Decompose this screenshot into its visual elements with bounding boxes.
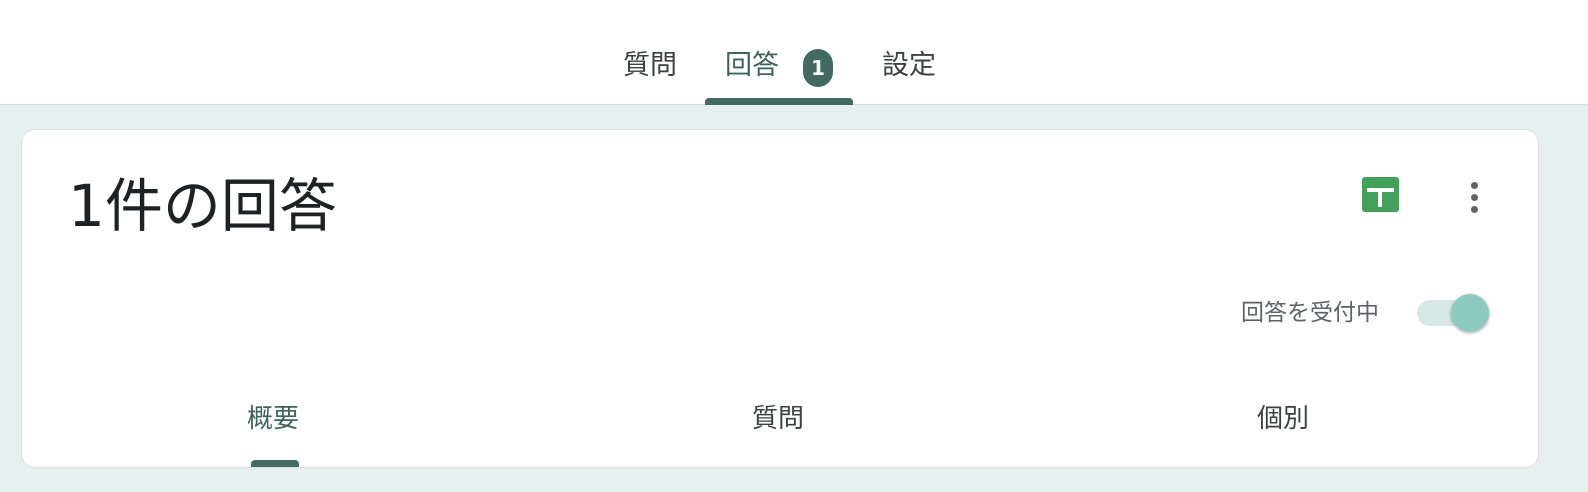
tab-question[interactable]: 質問 xyxy=(752,402,804,436)
tab-questions[interactable]: 質問 xyxy=(623,48,677,84)
accepting-responses-label: 回答を受付中 xyxy=(1241,300,1379,326)
active-subtab-indicator xyxy=(251,460,299,467)
tab-responses[interactable]: 回答 xyxy=(725,48,779,84)
tab-individual[interactable]: 個別 xyxy=(1257,402,1309,436)
more-options-icon[interactable] xyxy=(1454,174,1494,218)
spreadsheet-link-icon[interactable] xyxy=(1362,177,1399,212)
top-tab-bar: 質問 回答 1 設定 xyxy=(0,0,1588,105)
responses-count-title: 1件の回答 xyxy=(68,172,337,240)
accepting-responses-toggle[interactable] xyxy=(1417,292,1493,334)
tab-settings[interactable]: 設定 xyxy=(882,48,936,84)
active-tab-indicator xyxy=(705,98,853,105)
response-count-badge: 1 xyxy=(803,49,833,87)
tab-summary[interactable]: 概要 xyxy=(247,402,299,436)
responses-card: 1件の回答 回答を受付中 概要 質問 個別 xyxy=(21,129,1539,468)
